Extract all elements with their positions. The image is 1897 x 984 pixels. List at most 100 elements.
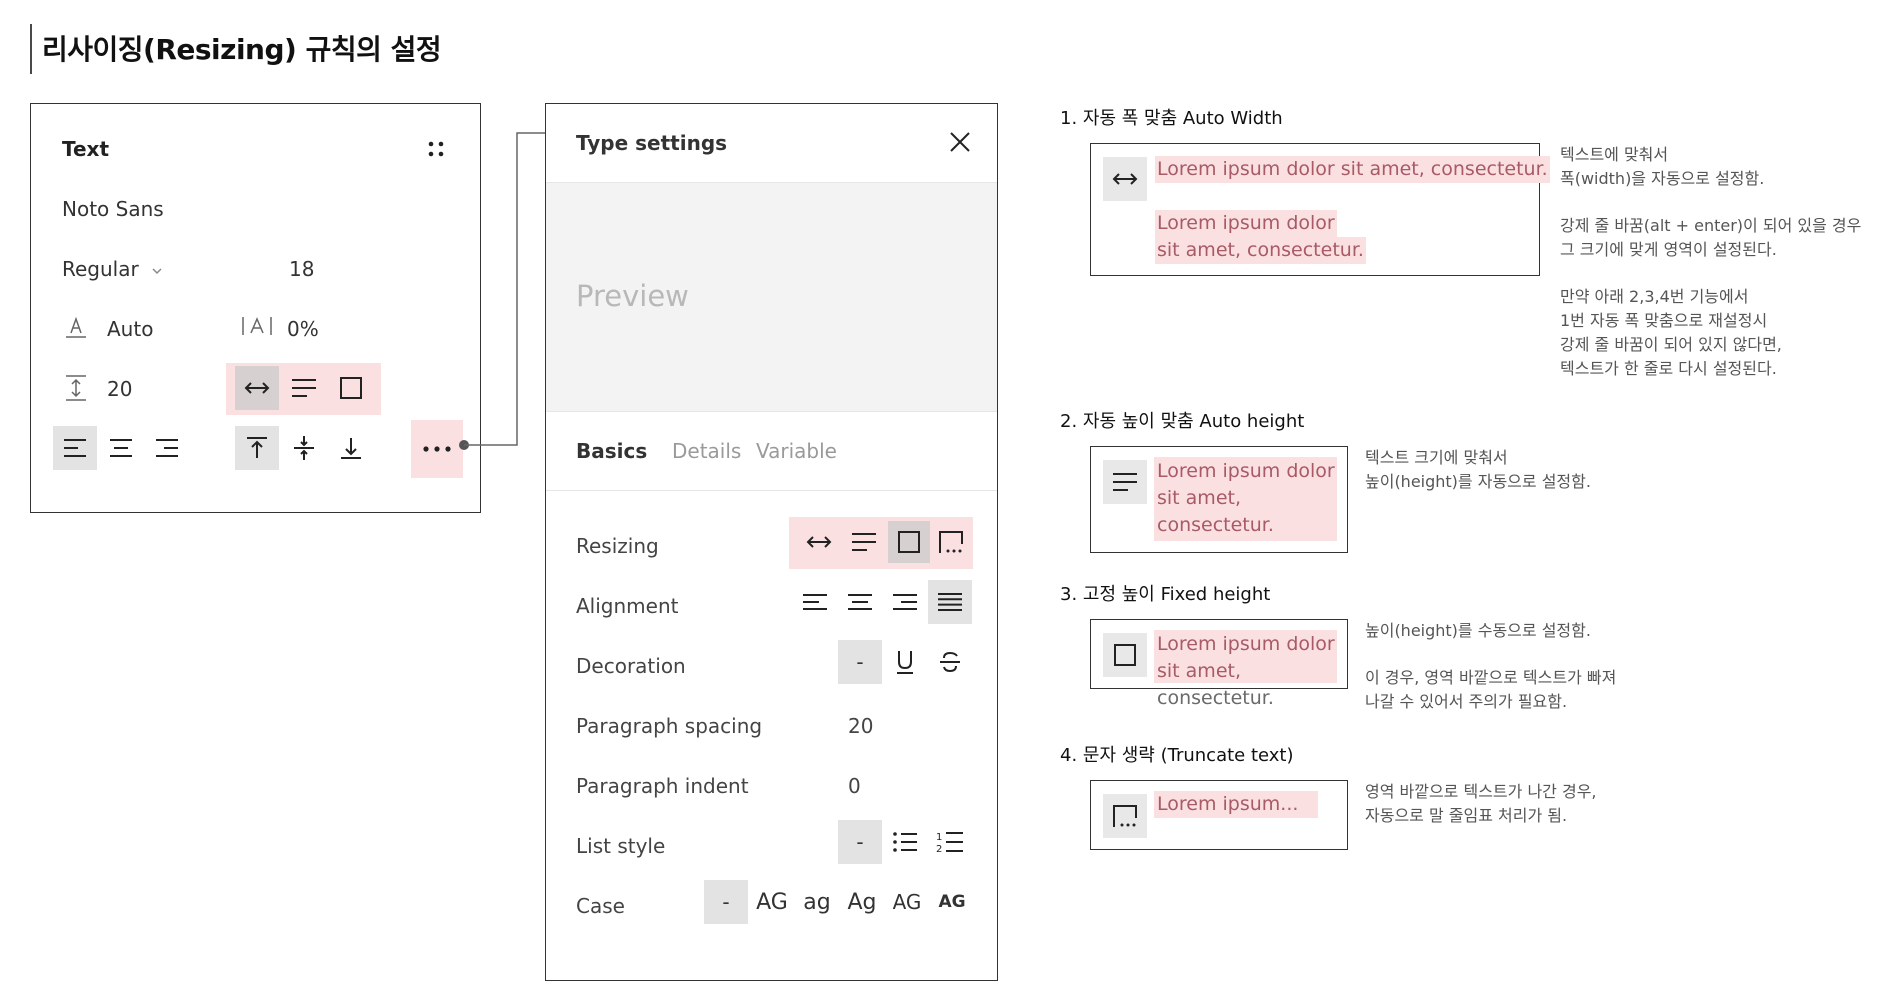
list-style-label: List style <box>576 834 666 858</box>
auto-height-icon <box>1103 460 1147 504</box>
tab-variable[interactable]: Variable <box>756 439 837 463</box>
sample-text-line-1: Lorem ipsum dolor <box>1155 210 1337 237</box>
paragraph-spacing-icon <box>61 371 91 405</box>
align-top-icon[interactable] <box>235 426 279 470</box>
fixed-height-example-box: Lorem ipsum dolor sit amet, consectetur. <box>1090 619 1348 709</box>
truncate-example-box: Lorem ipsum... <box>1090 780 1348 850</box>
auto-height-icon[interactable] <box>282 366 326 410</box>
letter-spacing-value[interactable]: 0% <box>287 317 319 341</box>
sample-truncated-text: Lorem ipsum... <box>1157 793 1299 815</box>
case-smallcaps-forced-button[interactable]: AG <box>930 880 974 924</box>
sample-text-line-2: sit amet, <box>1157 487 1241 509</box>
case-titlecase-button[interactable]: Ag <box>840 880 884 924</box>
auto-width-icon[interactable] <box>798 521 840 563</box>
sample-text-line-2: sit amet, <box>1157 660 1241 682</box>
paragraph-indent-label: Paragraph indent <box>576 774 749 798</box>
auto-height-example-box: Lorem ipsum dolor sit amet, consectetur. <box>1090 446 1348 553</box>
align-justify-icon[interactable] <box>928 580 972 624</box>
paragraph-spacing-value[interactable]: 20 <box>107 377 132 401</box>
sample-text-line-2: sit amet, consectetur. <box>1155 237 1366 264</box>
tab-basics[interactable]: Basics <box>576 439 647 463</box>
auto-width-example-box: Lorem ipsum dolor sit amet, consectetur.… <box>1090 143 1550 276</box>
font-family-value[interactable]: Noto Sans <box>62 197 164 221</box>
case-smallcaps-button[interactable]: AG <box>885 880 929 924</box>
font-weight-dropdown[interactable]: Regular <box>62 257 163 281</box>
letter-spacing-icon <box>239 311 275 341</box>
section-3-title: 3. 고정 높이 Fixed height <box>1060 584 1271 605</box>
paragraph-spacing-input[interactable]: 20 <box>848 714 873 738</box>
sample-text-line-1: Lorem ipsum dolor <box>1157 633 1335 655</box>
type-settings-title: Type settings <box>576 131 728 155</box>
note-line: 텍스트에 맞춰서 <box>1560 145 1669 164</box>
note-line: 텍스트 크기에 맞춰서 <box>1365 448 1508 467</box>
preview-area: Preview <box>546 183 997 411</box>
section-1-title: 1. 자동 폭 맞춤 Auto Width <box>1060 108 1283 129</box>
drag-handle-icon[interactable] <box>421 134 451 164</box>
fixed-size-icon[interactable] <box>329 366 373 410</box>
note-line: 1번 자동 폭 맞춤으로 재설정시 <box>1560 311 1768 330</box>
fixed-size-icon[interactable] <box>888 521 930 563</box>
align-right-icon[interactable] <box>883 580 927 624</box>
align-center-icon[interactable] <box>838 580 882 624</box>
svg-text:2: 2 <box>936 844 942 854</box>
align-left-icon[interactable] <box>793 580 837 624</box>
chevron-down-icon <box>151 266 163 276</box>
decoration-label: Decoration <box>576 654 686 678</box>
title-accent-bar <box>30 24 32 74</box>
note-line: 강제 줄 바꿈이 되어 있지 않다면, <box>1560 335 1782 354</box>
tab-details[interactable]: Details <box>672 439 741 463</box>
fixed-size-icon <box>1103 633 1147 677</box>
note-line: 영역 바깥으로 텍스트가 나간 경우, <box>1365 782 1597 801</box>
case-label: Case <box>576 894 625 918</box>
resizing-label: Resizing <box>576 534 659 558</box>
align-right-icon[interactable] <box>145 426 189 470</box>
section-2-title: 2. 자동 높이 맞춤 Auto height <box>1060 411 1305 432</box>
list-none-button[interactable]: - <box>838 820 882 864</box>
note-line: 이 경우, 영역 바깥으로 텍스트가 빠져 <box>1365 668 1617 687</box>
note-line: 높이(height)를 수동으로 설정함. <box>1365 621 1591 640</box>
auto-height-icon[interactable] <box>843 521 885 563</box>
note-line: 나갈 수 있어서 주의가 필요함. <box>1365 692 1568 711</box>
case-none-button[interactable]: - <box>704 880 748 924</box>
align-bottom-icon[interactable] <box>329 426 373 470</box>
font-weight-value: Regular <box>62 257 139 281</box>
section-4-note: 영역 바깥으로 텍스트가 나간 경우, 자동으로 말 줄임표 처리가 됨. <box>1365 780 1597 828</box>
bulleted-list-icon[interactable] <box>883 820 927 864</box>
strikethrough-icon[interactable] <box>928 640 972 684</box>
font-size-value[interactable]: 18 <box>289 257 314 281</box>
panel-heading: Text <box>62 137 110 161</box>
align-center-icon[interactable] <box>99 426 143 470</box>
sample-text-single-line: Lorem ipsum dolor sit amet, consectetur. <box>1155 156 1550 183</box>
paragraph-spacing-label: Paragraph spacing <box>576 714 763 738</box>
page-title: 리사이징(Resizing) 규칙의 설정 <box>42 33 442 66</box>
decoration-none-button[interactable]: - <box>838 640 882 684</box>
section-2-note: 텍스트 크기에 맞춰서 높이(height)를 자동으로 설정함. <box>1365 446 1591 494</box>
close-icon[interactable] <box>944 126 976 158</box>
tab-bar: Basics Details Variable <box>546 411 997 491</box>
alignment-label: Alignment <box>576 594 679 618</box>
align-middle-icon[interactable] <box>282 426 326 470</box>
numbered-list-icon[interactable]: 12 <box>928 820 972 864</box>
type-settings-header: Type settings <box>546 104 997 183</box>
case-lowercase-button[interactable]: ag <box>795 880 839 924</box>
align-left-icon[interactable] <box>53 426 97 470</box>
line-height-icon <box>61 311 91 341</box>
sample-text-line-3: consectetur. <box>1157 514 1274 536</box>
auto-width-icon <box>1103 157 1147 201</box>
sample-text-line-1: Lorem ipsum dolor <box>1157 460 1335 482</box>
note-line: 자동으로 말 줄임표 처리가 됨. <box>1365 806 1568 825</box>
note-line: 폭(width)을 자동으로 설정함. <box>1560 169 1765 188</box>
note-line: 강제 줄 바꿈(alt + enter)이 되어 있을 경우 <box>1560 216 1862 235</box>
text-properties-panel: Text Noto Sans Regular 18 Auto 0% 20 <box>30 103 481 513</box>
line-height-value[interactable]: Auto <box>107 317 153 341</box>
svg-text:1: 1 <box>936 832 942 843</box>
truncate-text-icon <box>1103 794 1147 838</box>
case-uppercase-button[interactable]: AG <box>750 880 794 924</box>
note-line: 텍스트가 한 줄로 다시 설정된다. <box>1560 359 1777 378</box>
auto-width-icon[interactable] <box>235 366 279 410</box>
truncate-text-icon[interactable] <box>933 521 969 563</box>
paragraph-indent-input[interactable]: 0 <box>848 774 861 798</box>
section-4-title: 4. 문자 생략 (Truncate text) <box>1060 745 1294 766</box>
note-line: 높이(height)를 자동으로 설정함. <box>1365 472 1591 491</box>
underline-icon[interactable] <box>883 640 927 684</box>
